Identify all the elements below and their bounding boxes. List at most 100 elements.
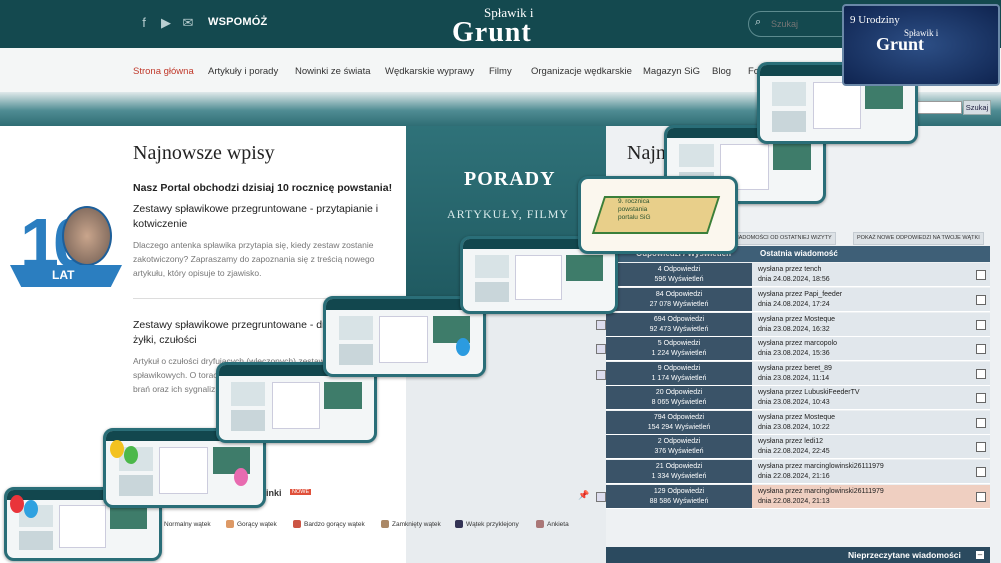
facebook-icon[interactable]: f	[136, 15, 152, 31]
views-count: 154 294 Wyświetleń	[647, 424, 711, 431]
author-avatar	[62, 206, 112, 266]
legend-sticky: Wątek przyklejony	[466, 521, 519, 528]
last-author[interactable]: wysłana przez beret_89	[758, 364, 832, 374]
balloon-icon	[124, 446, 138, 464]
nav-item-films[interactable]: Filmy	[489, 66, 512, 77]
last-message-cell: wysłana przez marcinglowinski26111979 dni…	[758, 487, 884, 507]
last-author[interactable]: wysłana przez ledi12	[758, 437, 830, 447]
search-icon: ⌕	[755, 16, 762, 28]
nav-item-organizations[interactable]: Organizacje wędkarskie	[531, 66, 632, 77]
go-to-last-icon[interactable]	[976, 270, 986, 280]
topic-status-icon	[596, 492, 606, 502]
forum-row[interactable]: 129 Odpowiedzi 88 586 Wyświetleń wysłana p…	[606, 485, 990, 509]
forum-row[interactable]: 4 Odpowiedzi 596 Wyświetleń wysłana przez …	[606, 263, 990, 287]
last-message-cell: wysłana przez Mosteque dnia 23.08.2024, 1…	[758, 413, 835, 433]
balloon-icon	[456, 338, 470, 356]
replies-count: 9 Odpowiedzi	[657, 365, 701, 372]
last-author[interactable]: wysłana przez Mosteque	[758, 413, 835, 423]
replies-count: 5 Odpowiedzi	[657, 340, 701, 347]
sticky-topic-icon	[455, 520, 463, 528]
forum-row[interactable]: 5 Odpowiedzi 1 224 Wyświetleń wysłana prze…	[606, 337, 990, 361]
reply-count-cell: 794 Odpowiedzi 154 294 Wyświetleń	[606, 411, 752, 434]
last-author[interactable]: wysłana przez Mosteque	[758, 315, 835, 325]
last-message-cell: wysłana przez ledi12 dnia 22.08.2024, 22:…	[758, 437, 830, 457]
legend-locked: Zamknięty wątek	[392, 521, 441, 528]
last-author[interactable]: wysłana przez LubuskiFeederTV	[758, 388, 860, 398]
forum-heading: Najn	[627, 142, 666, 164]
pin-icon: 📌	[578, 490, 590, 500]
last-message-cell: wysłana przez beret_89 dnia 23.08.2024, 1…	[758, 364, 832, 384]
go-to-last-icon[interactable]	[976, 369, 986, 379]
nav-item-home[interactable]: Strona główna	[133, 66, 194, 77]
replies-count: 129 Odpowiedzi	[653, 488, 705, 495]
last-date: dnia 24.08.2024, 17:24	[758, 301, 830, 308]
my-topics-button[interactable]: POKAŻ NOWE ODPOWIEDZI NA TWOJE WĄTKI	[853, 232, 984, 245]
balloon-icon	[110, 440, 124, 458]
last-author[interactable]: wysłana przez marcinglowinski26111979	[758, 487, 884, 497]
last-author[interactable]: wysłana przez Papi_feeder	[758, 290, 842, 300]
go-to-last-icon[interactable]	[976, 467, 986, 477]
reply-count-cell: 5 Odpowiedzi 1 224 Wyświetleń	[606, 337, 752, 360]
mail-icon[interactable]: ✉	[180, 15, 196, 31]
balloon-icon	[234, 468, 248, 486]
views-count: 596 Wyświetleń	[654, 276, 704, 283]
views-count: 1 174 Wyświetleń	[651, 375, 707, 382]
advice-title: PORADY	[464, 168, 556, 190]
reply-count-cell: 129 Odpowiedzi 88 586 Wyświetleń	[606, 485, 752, 508]
forum-row[interactable]: 2 Odpowiedzi 376 Wyświetleń wysłana przez …	[606, 435, 990, 459]
recent-messages-button[interactable]: WIADOMOŚCI OD OSTATNIEJ WIZYTY	[728, 232, 836, 245]
go-to-last-icon[interactable]	[976, 344, 986, 354]
go-to-last-icon[interactable]	[976, 320, 986, 330]
article-title-line[interactable]: żyłki, czułości	[133, 333, 197, 348]
collapse-icon[interactable]: –	[976, 551, 984, 559]
legend-hot: Gorący wątek	[237, 521, 277, 528]
forum-row[interactable]: 21 Odpowiedzi 1 334 Wyświetleń wysłana prz…	[606, 460, 990, 484]
last-date: dnia 22.08.2024, 21:13	[758, 498, 830, 505]
nav-item-magazine[interactable]: Magazyn SiG	[643, 66, 700, 77]
article-title-line[interactable]: kotwiczenie	[133, 217, 187, 232]
very-hot-topic-icon	[293, 520, 301, 528]
new-badge: NOWE	[290, 489, 312, 495]
youtube-icon[interactable]: ▶	[158, 15, 174, 31]
logo-main-text: Grunt	[452, 17, 532, 48]
last-date: dnia 23.08.2024, 11:14	[758, 375, 830, 382]
go-to-last-icon[interactable]	[976, 393, 986, 403]
last-message-cell: wysłana przez LubuskiFeederTV dnia 23.08.…	[758, 388, 860, 408]
forum-row[interactable]: 84 Odpowiedzi 27 078 Wyświetleń wysłana pr…	[606, 288, 990, 312]
forum-row[interactable]: 20 Odpowiedzi 8 065 Wyświetleń wysłana prz…	[606, 386, 990, 410]
reply-count-cell: 9 Odpowiedzi 1 174 Wyświetleń	[606, 362, 752, 385]
col-last-header: Ostatnia wiadomość	[760, 249, 838, 258]
hot-topic-icon	[226, 520, 234, 528]
go-to-last-icon[interactable]	[976, 492, 986, 502]
cake-icon	[591, 196, 721, 234]
badge-line: Grunt	[876, 34, 925, 54]
last-author[interactable]: wysłana przez marcinglowinski26111979	[758, 462, 884, 472]
last-author[interactable]: wysłana przez marcopolo	[758, 339, 837, 349]
badge-line: 9 Urodziny	[850, 14, 900, 26]
nav-item-articles[interactable]: Artykuły i porady	[208, 66, 278, 77]
reply-count-cell: 2 Odpowiedzi 376 Wyświetleń	[606, 435, 752, 458]
article-excerpt-line: artykułu, który opisuje to zjawisko.	[133, 268, 262, 278]
forum-row[interactable]: 9 Odpowiedzi 1 174 Wyświetleń wysłana prze…	[606, 362, 990, 386]
last-date: dnia 23.08.2024, 16:32	[758, 326, 830, 333]
replies-count: 20 Odpowiedzi	[655, 389, 703, 396]
last-author[interactable]: wysłana przez tench	[758, 265, 830, 275]
views-count: 1 224 Wyświetleń	[651, 350, 707, 357]
go-to-last-icon[interactable]	[976, 418, 986, 428]
forum-search-button[interactable]: Szukaj	[963, 100, 991, 115]
replies-count: 794 Odpowiedzi	[653, 414, 705, 421]
support-link[interactable]: WSPOMÓŻ	[208, 16, 267, 28]
views-count: 92 473 Wyświetleń	[649, 326, 709, 333]
go-to-last-icon[interactable]	[976, 295, 986, 305]
forum-row[interactable]: 694 Odpowiedzi 92 473 Wyświetleń wysłana p…	[606, 313, 990, 337]
legend-normal: Normalny wątek	[164, 521, 211, 528]
article-title-line[interactable]: Zestawy spławikowe przegruntowane - dryf…	[133, 318, 353, 333]
nav-item-trips[interactable]: Wędkarskie wyprawy	[385, 66, 474, 77]
article-title-line[interactable]: Zestawy spławikowe przegruntowane - przy…	[133, 202, 378, 217]
go-to-last-icon[interactable]	[976, 442, 986, 452]
forum-row[interactable]: 794 Odpowiedzi 154 294 Wyświetleń wysłana …	[606, 411, 990, 435]
views-count: 27 078 Wyświetleń	[649, 301, 709, 308]
nav-item-blog[interactable]: Blog	[712, 66, 731, 77]
nav-item-news[interactable]: Nowinki ze świata	[295, 66, 371, 77]
search-input[interactable]	[769, 15, 853, 33]
